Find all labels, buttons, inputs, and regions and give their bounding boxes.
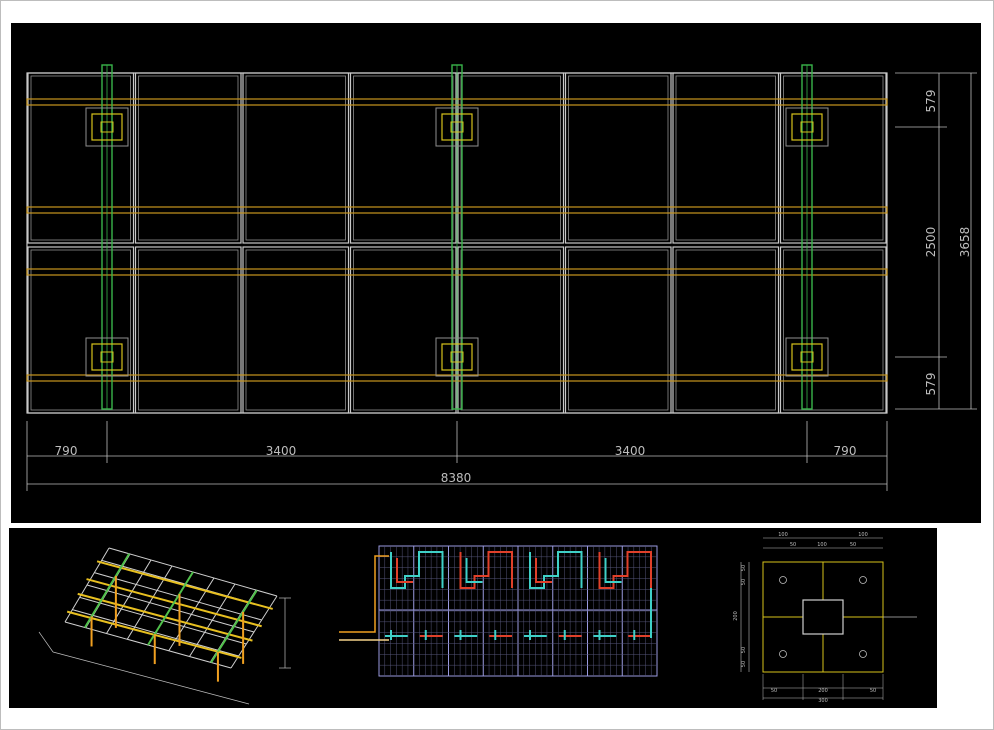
panel-inner bbox=[460, 75, 561, 241]
anchor-hole bbox=[859, 650, 867, 658]
iso-rafter bbox=[147, 571, 194, 646]
panel-outer bbox=[27, 246, 135, 414]
plan-view-drawing: 790 3400 3400 790 8380 579 2500 579 3658 bbox=[26, 64, 977, 491]
foundation-plate-detail: 100 100 50 100 50 50 50 200 50 50 50 200… bbox=[733, 532, 917, 704]
isometric-array-drawing bbox=[38, 547, 291, 705]
panel-outer bbox=[779, 246, 887, 414]
fnd-top-dim-4: 100 bbox=[817, 542, 827, 548]
dim-bottom-4: 790 bbox=[834, 444, 857, 458]
iso-ground-dim bbox=[38, 631, 54, 653]
dim-right-1: 579 bbox=[924, 90, 938, 113]
panel-outer bbox=[134, 246, 242, 414]
panel-outer bbox=[564, 246, 672, 414]
panel-inner bbox=[138, 75, 239, 241]
fnd-top-dim-3: 50 bbox=[790, 542, 796, 548]
dim-bottom-2: 3400 bbox=[266, 444, 297, 458]
drawing-sheet: 790 3400 3400 790 8380 579 2500 579 3658… bbox=[0, 0, 994, 730]
panel-outer bbox=[672, 246, 780, 414]
panel-inner bbox=[353, 249, 454, 411]
iso-rafter bbox=[210, 589, 258, 664]
post-socket bbox=[802, 599, 844, 635]
fnd-left-dim-1: 50 bbox=[741, 565, 747, 571]
panel-inner bbox=[30, 75, 131, 241]
panel-inner bbox=[30, 249, 131, 411]
panel-outer bbox=[349, 246, 457, 414]
dim-total-height: 3658 bbox=[958, 227, 972, 258]
support-posts bbox=[101, 64, 813, 410]
dim-bottom-1: 790 bbox=[55, 444, 78, 458]
panel-inner bbox=[783, 75, 884, 241]
dim-total-width: 8380 bbox=[441, 471, 472, 485]
string-wiring-diagram bbox=[339, 545, 658, 677]
panel-inner bbox=[353, 75, 454, 241]
panel-inner bbox=[568, 249, 669, 411]
anchor-hole bbox=[779, 650, 787, 658]
foundation-view-pane: 100 100 50 100 50 50 50 200 50 50 50 200… bbox=[695, 528, 937, 708]
plan-view-pane: 790 3400 3400 790 8380 579 2500 579 3658 bbox=[11, 23, 981, 523]
module-cells bbox=[378, 545, 658, 677]
foundation-plate bbox=[740, 537, 917, 700]
fnd-top-dim-5: 50 bbox=[850, 542, 856, 548]
anchor-hole bbox=[779, 576, 787, 584]
panel-inner bbox=[783, 249, 884, 411]
panel-inner bbox=[138, 249, 239, 411]
feeder-orange bbox=[339, 555, 389, 633]
anchor-hole bbox=[859, 576, 867, 584]
panel-inner bbox=[460, 249, 561, 411]
iso-ground-dim bbox=[52, 651, 250, 705]
fnd-left-dim-2: 50 bbox=[741, 579, 747, 585]
fnd-left-dim-4: 50 bbox=[741, 647, 747, 653]
dim-right-3: 579 bbox=[924, 373, 938, 396]
dim-right-2: 2500 bbox=[924, 227, 938, 258]
panel-outer bbox=[457, 246, 565, 414]
isometric-structure bbox=[38, 553, 291, 705]
panel-inner bbox=[568, 75, 669, 241]
fnd-bottom-dim-3: 50 bbox=[870, 688, 876, 694]
panel-outer bbox=[242, 246, 350, 414]
isometric-view-pane bbox=[9, 528, 335, 708]
fnd-top-dim-2: 100 bbox=[858, 532, 868, 538]
dim-bottom-3: 3400 bbox=[615, 444, 646, 458]
fnd-bottom-total: 300 bbox=[818, 698, 828, 704]
fnd-left-dim-5: 50 bbox=[741, 661, 747, 667]
fnd-bottom-dim-2: 200 bbox=[818, 688, 828, 694]
panel-inner bbox=[675, 249, 776, 411]
fnd-top-dim-1: 100 bbox=[778, 532, 788, 538]
panel-inner bbox=[245, 249, 346, 411]
dimension-lines bbox=[26, 72, 977, 491]
fnd-left-dim-3: 200 bbox=[733, 611, 739, 621]
fnd-bottom-dim-1: 50 bbox=[771, 688, 777, 694]
panel-inner bbox=[245, 75, 346, 241]
wiring-view-pane bbox=[335, 528, 695, 708]
panel-inner bbox=[675, 75, 776, 241]
